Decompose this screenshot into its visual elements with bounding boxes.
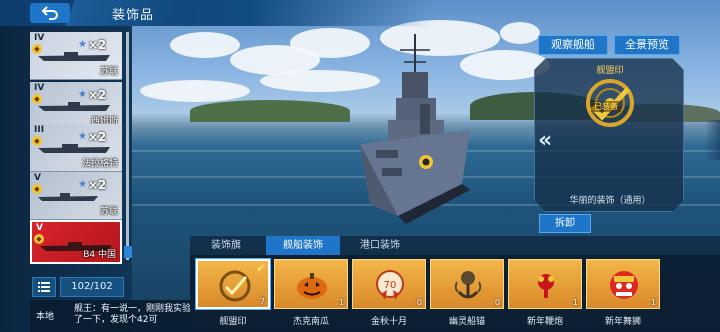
chevron-left-icon[interactable]: « — [538, 128, 552, 153]
svg-text:70: 70 — [384, 280, 397, 291]
ship-tier: V — [34, 173, 41, 183]
ship-tier: III — [34, 125, 45, 135]
item-card[interactable]: ✔ 7 — [196, 259, 270, 309]
decoration-name: 舰盟印 — [596, 66, 624, 76]
equipped-label: 已装备 — [591, 101, 621, 112]
ship-card[interactable]: ◆ IV ★ ×2 西姆斯 — [30, 82, 122, 130]
item-card[interactable]: 0 — [430, 259, 504, 309]
remove-button[interactable]: 拆卸 — [539, 214, 591, 233]
tab-port-decor[interactable]: 港口装饰 — [344, 236, 416, 255]
item-count: 0 — [416, 298, 422, 307]
emblem-icon — [219, 270, 251, 302]
ship-tier: V — [36, 223, 43, 233]
ship-silhouette-icon — [38, 193, 98, 201]
ship-list-scrollbar[interactable] — [126, 32, 129, 260]
chat-box[interactable]: 本地 舰王：有一说一，刚刚我实验了一下，发现个42可 — [30, 300, 191, 332]
item-count: 1 — [572, 298, 578, 307]
item-card[interactable]: 1 — [586, 259, 660, 309]
decoration-description: 华丽的装饰（通用） — [569, 196, 651, 206]
battleship-model[interactable] — [330, 34, 500, 224]
star-icon: ★ — [78, 89, 87, 100]
equipped-check-icon: ✔ — [255, 261, 266, 275]
tab-flags[interactable]: 装饰旗 — [190, 236, 262, 255]
item-label: 新年鞭炮 — [526, 317, 563, 327]
back-button[interactable] — [30, 3, 70, 23]
exp-multiplier: ×2 — [88, 130, 107, 144]
item-count: 7 — [259, 297, 265, 306]
ship-card-selected[interactable]: ◆ V B4 中国 — [30, 220, 122, 264]
item-label: 新年舞狮 — [604, 317, 641, 327]
autumn-badge-icon: 70 — [376, 270, 404, 300]
observe-ship-button[interactable]: 观察舰船 — [538, 35, 608, 55]
island — [190, 100, 350, 122]
page-title: 装饰品 — [112, 8, 155, 23]
ship-name: 法拉格特 — [81, 159, 118, 169]
ship-count-row: 102/102 — [32, 277, 124, 297]
exp-multiplier: ×2 — [88, 38, 107, 52]
item-card[interactable]: 1 — [508, 259, 582, 309]
ship-tier: IV — [34, 33, 45, 43]
lion-dance-icon — [610, 271, 638, 299]
star-icon: ★ — [78, 179, 87, 190]
item-card[interactable]: 70 0 — [352, 259, 426, 309]
ship-name: 苏联 — [99, 207, 118, 217]
panorama-preview-button[interactable]: 全景预览 — [614, 35, 680, 55]
ship-card[interactable]: ◆ IV ★ ×2 苏联 — [30, 32, 122, 80]
ship-tier: IV — [34, 83, 45, 93]
item-count: 0 — [494, 298, 500, 307]
item-label: 杰克南瓜 — [292, 317, 329, 327]
cloud — [140, 80, 250, 102]
item-label: 幽灵船锚 — [448, 317, 485, 327]
list-icon — [38, 282, 50, 292]
back-arrow-icon — [41, 6, 58, 20]
ship-silhouette-icon — [38, 52, 110, 61]
star-icon: ★ — [78, 131, 87, 142]
tab-ship-decor[interactable]: 舰船装饰 — [266, 236, 340, 255]
item-count: 1 — [650, 298, 656, 307]
ship-name: B4 中国 — [83, 250, 116, 260]
exp-multiplier: ×2 — [88, 178, 107, 192]
chat-message: 舰王：有一说一，刚刚我实验了一下，发现个42可 — [74, 304, 192, 325]
scrollbar-thumb[interactable] — [124, 246, 132, 258]
pumpkin-icon — [297, 273, 327, 299]
firecracker-icon — [538, 274, 554, 298]
decoration-tabs: 装饰旗 舰船装饰 港口装饰 — [190, 236, 720, 255]
decoration-item-list: ✔ 7 舰盟印 1 杰克南瓜 70 0 金秋十月 0 幽灵船锚 1 新年鞭炮 1… — [190, 255, 720, 332]
item-label: 金秋十月 — [370, 317, 407, 327]
item-card[interactable]: 1 — [274, 259, 348, 309]
chat-channel[interactable]: 本地 — [36, 309, 54, 322]
ship-silhouette-icon — [38, 144, 110, 153]
ship-silhouette-icon — [38, 102, 110, 111]
decoration-detail-panel: 舰盟印 已装备 华丽的装饰（通用） — [534, 58, 684, 212]
ship-count: 102/102 — [60, 277, 124, 297]
item-count: 1 — [338, 298, 344, 307]
list-view-button[interactable] — [32, 277, 56, 297]
ghost-anchor-icon — [454, 271, 482, 299]
cloud — [170, 32, 240, 58]
star-icon: ★ — [78, 39, 87, 50]
side-panel-edge — [705, 120, 720, 160]
ship-name: 苏联 — [99, 67, 118, 77]
item-label: 舰盟印 — [219, 317, 247, 327]
exp-multiplier: ×2 — [88, 88, 107, 102]
ship-card[interactable]: ◆ III ★ ×2 法拉格特 — [30, 124, 122, 172]
top-bar: 装饰品 — [0, 0, 720, 26]
ship-card[interactable]: ◆ V ★ ×2 苏联 — [30, 172, 122, 220]
